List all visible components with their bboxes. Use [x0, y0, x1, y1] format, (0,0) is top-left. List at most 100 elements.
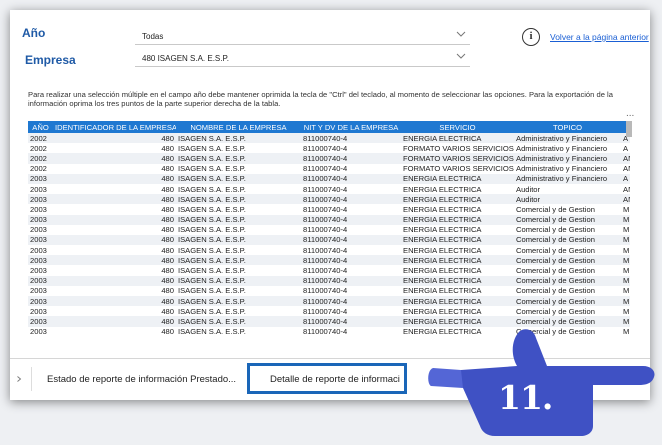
table-cell: ENERGIA ELECTRICA [403, 184, 482, 194]
table-cell: 811000740-4 [301, 255, 401, 266]
table-cell: 2002 [28, 133, 53, 144]
table-row[interactable]: 2002 480 ISAGEN S.A. E.S.P. 811000740-4 ENER… [28, 133, 630, 144]
step-number: 11. [498, 378, 553, 417]
table-cell: Comercial y de Gestion [514, 214, 621, 225]
table-row[interactable]: 2003 480 ISAGEN S.A. E.S.P. 811000740-4 ENER… [28, 275, 630, 286]
table-cell: 811000740-4 [303, 266, 348, 276]
table-cell: Comercial y de Gestion [516, 204, 595, 214]
table-cell: 2003 [30, 225, 47, 235]
table-cell: Comercial y de Gestion [516, 306, 595, 316]
table-row[interactable]: 2003 480 ISAGEN S.A. E.S.P. 811000740-4 ENER… [28, 306, 630, 316]
table-cell: 811000740-4 [303, 225, 348, 235]
table-cell: 480 [53, 316, 176, 327]
table-row[interactable]: 2003 480 ISAGEN S.A. E.S.P. 811000740-4 ENER… [28, 184, 630, 194]
column-header[interactable]: SERVICIO [401, 121, 514, 133]
table-cell: Administrativo y Financiero [514, 173, 621, 184]
table-cell: 2003 [28, 275, 53, 286]
table-cell: 811000740-4 [303, 204, 348, 214]
table-cell: ISAGEN S.A. E.S.P. [176, 275, 301, 286]
table-cell: Administrativo y Financiero [516, 143, 608, 153]
table-cell: ISAGEN S.A. E.S.P. [176, 296, 301, 307]
table-row[interactable]: 2003 480 ISAGEN S.A. E.S.P. 811000740-4 ENER… [28, 214, 630, 225]
table-cell: 480 [161, 306, 174, 316]
table-row[interactable]: 2003 480 ISAGEN S.A. E.S.P. 811000740-4 ENER… [28, 255, 630, 266]
table-row[interactable]: 2003 480 ISAGEN S.A. E.S.P. 811000740-4 ENER… [28, 265, 630, 275]
table-row[interactable]: 2002 480 ISAGEN S.A. E.S.P. 811000740-4 FORM… [28, 153, 630, 164]
table-cell: 480 [53, 255, 176, 266]
table-cell: 2003 [30, 306, 47, 316]
table-cell: 811000740-4 [303, 164, 348, 174]
report-page: Año Todas Empresa 480 ISAGEN S.A. E.S.P.… [22, 20, 649, 366]
table-cell: 480 [161, 204, 174, 214]
table-cell: ISAGEN S.A. E.S.P. [176, 133, 301, 144]
table-cell: FORMATO VARIOS SERVICIOS [401, 153, 514, 164]
table-row[interactable]: 2003 480 ISAGEN S.A. E.S.P. 811000740-4 ENER… [28, 204, 630, 214]
table-cell: ENERGIA ELECTRICA [403, 306, 482, 316]
info-icon[interactable]: i [522, 28, 540, 46]
table-row[interactable]: 2003 480 ISAGEN S.A. E.S.P. 811000740-4 ENER… [28, 173, 630, 184]
table-cell: 811000740-4 [303, 327, 348, 337]
table-cell: ISAGEN S.A. E.S.P. [176, 316, 301, 327]
column-header[interactable]: AÑO [28, 121, 53, 133]
table-cell: ENERGIA ELECTRICA [401, 275, 514, 286]
year-filter-dropdown[interactable]: Todas [135, 28, 470, 45]
table-row[interactable]: 2003 480 ISAGEN S.A. E.S.P. 811000740-4 ENER… [28, 286, 630, 296]
table-cell: 480 [53, 133, 176, 144]
column-header[interactable]: NIT Y DV DE LA EMPRESA [301, 121, 401, 133]
table-row[interactable]: 2003 480 ISAGEN S.A. E.S.P. 811000740-4 ENER… [28, 225, 630, 235]
table-cell: 811000740-4 [301, 133, 401, 144]
table-cell: 480 [161, 143, 174, 153]
table-cell: 811000740-4 [301, 194, 401, 205]
table-cell: ENERGIA ELECTRICA [401, 234, 514, 246]
table-cell: ISAGEN S.A. E.S.P. [176, 255, 301, 266]
column-header[interactable]: IDENTIFICADOR DE LA EMPRESA [53, 121, 176, 133]
year-filter-label: Año [22, 26, 46, 40]
table-cell: ENERGIA ELECTRICA [401, 133, 514, 144]
table-row[interactable]: 2003 480 ISAGEN S.A. E.S.P. 811000740-4 ENER… [28, 245, 630, 255]
table-cell: 480 [53, 194, 176, 205]
table-cell: Comercial y de Gestion [514, 234, 621, 246]
table-cell: 2003 [28, 173, 53, 184]
tab-estado-reporte[interactable]: Estado de reporte de información Prestad… [47, 374, 236, 385]
table-cell: ENERGIA ELECTRICA [401, 214, 514, 225]
table-row[interactable]: 2003 480 ISAGEN S.A. E.S.P. 811000740-4 ENER… [28, 296, 630, 307]
vertical-scrollbar[interactable] [626, 121, 632, 361]
table-cell: Auditor [514, 194, 621, 205]
table-cell: Auditor [516, 184, 541, 194]
table-cell: 2002 [30, 164, 47, 174]
tab-detalle-reporte[interactable]: Detalle de reporte de informaci [247, 363, 407, 394]
column-header[interactable]: TOPICO [514, 121, 621, 133]
table-cell: 811000740-4 [301, 153, 401, 164]
more-options-icon[interactable]: ... [626, 108, 634, 119]
table-cell: 480 [53, 234, 176, 246]
table-cell: Comercial y de Gestion [514, 275, 621, 286]
chevron-right-icon[interactable] [16, 376, 22, 382]
table-row[interactable]: 2002 480 ISAGEN S.A. E.S.P. 811000740-4 FORM… [28, 164, 630, 174]
table-cell: 2003 [30, 184, 47, 194]
table-cell: ISAGEN S.A. E.S.P. [176, 234, 301, 246]
table-cell: 811000740-4 [303, 286, 348, 296]
table-row[interactable]: 2002 480 ISAGEN S.A. E.S.P. 811000740-4 FORM… [28, 143, 630, 153]
table-cell: Comercial y de Gestion [516, 245, 595, 255]
table-cell: 2003 [30, 327, 47, 337]
table-cell: 2003 [30, 266, 47, 276]
table-cell: ENERGIA ELECTRICA [403, 245, 482, 255]
table-cell: 811000740-4 [301, 173, 401, 184]
company-filter-label: Empresa [25, 53, 76, 67]
vertical-scroll-thumb[interactable] [626, 121, 632, 137]
table-cell: ENERGIA ELECTRICA [403, 204, 482, 214]
table-cell: Comercial y de Gestion [516, 286, 595, 296]
table-cell: ENERGIA ELECTRICA [401, 194, 514, 205]
table-cell: 480 [161, 286, 174, 296]
data-table: AÑO IDENTIFICADOR DE LA EMPRESA NOMBRE DE … [28, 121, 630, 361]
table-row[interactable]: 2003 480 ISAGEN S.A. E.S.P. 811000740-4 ENER… [28, 194, 630, 205]
table-row[interactable]: 2003 480 ISAGEN S.A. E.S.P. 811000740-4 ENER… [28, 234, 630, 246]
column-header[interactable]: NOMBRE DE LA EMPRESA [176, 121, 301, 133]
company-filter-dropdown[interactable]: 480 ISAGEN S.A. E.S.P. [135, 50, 470, 67]
back-link[interactable]: Volver a la página anterior [550, 32, 649, 42]
table-cell: ISAGEN S.A. E.S.P. [176, 173, 301, 184]
table-cell: 2002 [30, 143, 47, 153]
table-header-row: AÑO IDENTIFICADOR DE LA EMPRESA NOMBRE DE … [28, 121, 630, 133]
chevron-down-icon [456, 31, 466, 37]
table-cell: Administrativo y Financiero [514, 153, 621, 164]
